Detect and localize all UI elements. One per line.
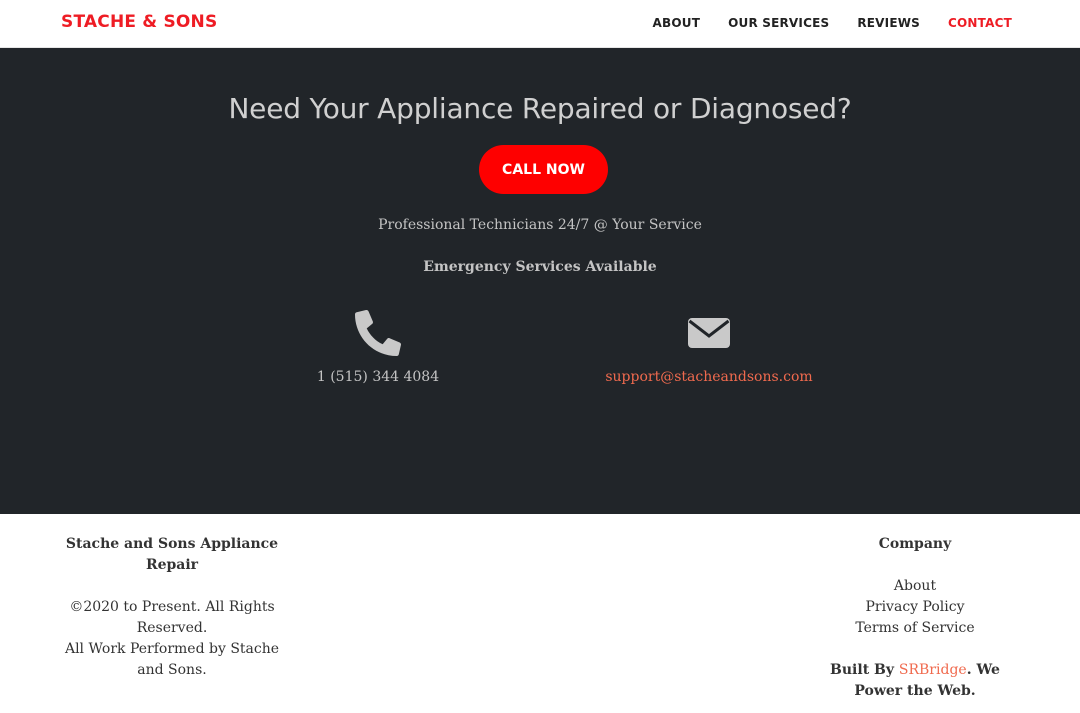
nav-links: ABOUT OUR SERVICES REVIEWS CONTACT [653, 16, 1012, 30]
contact-hero-section: Need Your Appliance Repaired or Diagnose… [0, 48, 1080, 514]
nav-link-about[interactable]: ABOUT [653, 16, 701, 30]
phone-icon [355, 310, 401, 356]
nav-link-reviews[interactable]: REVIEWS [857, 16, 920, 30]
hero-title: Need Your Appliance Repaired or Diagnose… [228, 92, 852, 125]
srbridge-link[interactable]: SRBridge [899, 662, 967, 678]
footer-link-about[interactable]: About [804, 576, 1026, 597]
footer-copyright: ©2020 to Present. All Rights Reserved. [69, 599, 275, 636]
emergency-services-text: Emergency Services Available [423, 259, 657, 275]
nav-link-our-services[interactable]: OUR SERVICES [728, 16, 829, 30]
footer-link-terms-of-service[interactable]: Terms of Service [804, 618, 1026, 639]
nav-link-contact[interactable]: CONTACT [948, 16, 1012, 30]
footer-company-info: Stache and Sons Appliance Repair ©2020 t… [62, 534, 282, 681]
footer-company-name: Stache and Sons Appliance Repair [65, 536, 279, 573]
envelope-icon [688, 318, 730, 348]
email-contact: support@stacheandsons.com [579, 310, 839, 385]
footer-company-heading: Company [878, 536, 952, 552]
navbar: STACHE & SONS ABOUT OUR SERVICES REVIEWS… [0, 0, 1080, 48]
footer-links-list: About Privacy Policy Terms of Service [804, 576, 1026, 639]
footer-company-links: Company About Privacy Policy Terms of Se… [804, 534, 1026, 702]
email-link[interactable]: support@stacheandsons.com [579, 369, 839, 385]
phone-contact: 1 (515) 344 4084 [248, 310, 508, 385]
phone-number[interactable]: 1 (515) 344 4084 [248, 369, 508, 385]
footer-work-by: All Work Performed by Stache and Sons. [64, 641, 280, 678]
built-by-prefix: Built By [830, 662, 899, 678]
built-by-credit: Built By SRBridge. We Power the Web. [804, 660, 1026, 702]
brand-logo-link[interactable]: STACHE & SONS [61, 12, 217, 32]
call-now-button[interactable]: CALL NOW [479, 145, 608, 194]
footer-link-privacy-policy[interactable]: Privacy Policy [804, 597, 1026, 618]
hero-tagline: Professional Technicians 24/7 @ Your Ser… [378, 217, 702, 233]
